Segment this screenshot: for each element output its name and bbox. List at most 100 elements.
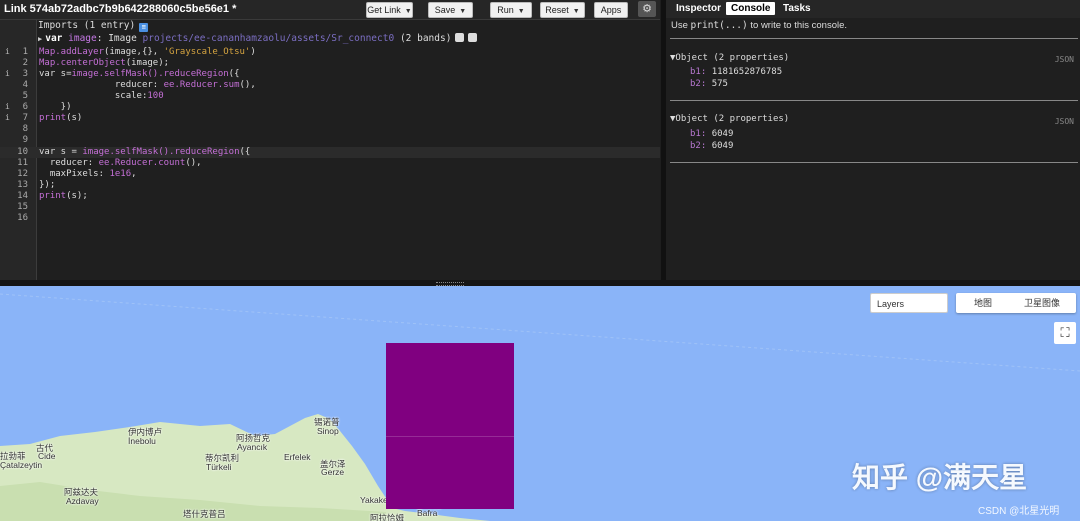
entry-key: b1: [690, 67, 707, 77]
line-number: 10 [17, 147, 28, 157]
zhihu-watermark: 知乎 @满天星 [852, 462, 1028, 493]
get-link-label: Get Link [367, 5, 401, 15]
line-number: 16 [17, 213, 28, 223]
code-line[interactable]: i 1 Map.addLayer(image,{}, 'Grayscale_Otsu… [0, 47, 660, 58]
object-header[interactable]: ▼Object (2 properties) [670, 114, 789, 124]
chevron-down-icon[interactable]: ▼ [573, 8, 580, 15]
place-label: 塔什克普吕 [183, 509, 226, 519]
run-label: Run [497, 5, 514, 15]
tab-console[interactable]: Console [726, 2, 776, 15]
line-number: 8 [22, 124, 28, 134]
code-line[interactable]: 4 reducer: ee.Reducer.sum(), [0, 80, 660, 91]
code-text: Map.addLayer(image,{}, 'Grayscale_Otsu') [39, 47, 256, 57]
asset-path[interactable]: projects/ee-cananhamzaolu/assets/Sr_conn… [143, 33, 395, 44]
script-title: Link 574ab72adbc7b9b642288060c5be56e1 * [4, 3, 237, 15]
place-label: Çatalzeytin [0, 460, 43, 470]
code-line[interactable]: i 3 var s=image.selfMask().reduceRegion({ [0, 69, 660, 80]
place-label: İnebolu [128, 436, 156, 446]
editor-toolbar: Link 574ab72adbc7b9b642288060c5be56e1 * … [0, 0, 660, 20]
imports-header[interactable]: Imports (1 entry) ≡ [38, 20, 149, 32]
place-label: Erfelek [284, 452, 311, 462]
code-line[interactable]: 13}); [0, 180, 660, 191]
json-toggle[interactable]: JSON [1055, 55, 1074, 64]
get-link-button[interactable]: Get Link ▼ [366, 2, 413, 18]
line-number: 13 [17, 180, 28, 190]
info-icon: i [5, 113, 10, 122]
place-label: 阿拉恰姆 [370, 513, 405, 521]
reset-label: Reset [545, 5, 569, 15]
info-icon: i [5, 102, 10, 111]
json-toggle[interactable]: JSON [1055, 117, 1074, 126]
line-number: 3 [22, 69, 28, 79]
reset-button[interactable]: Reset ▼ [540, 2, 585, 18]
chevron-down-icon[interactable]: ▼ [405, 8, 412, 15]
object-entry: b1: 6049 [690, 129, 733, 139]
var-type: Image [108, 33, 137, 44]
entry-key: b2: [690, 141, 707, 151]
code-line[interactable]: 5 scale:100 [0, 91, 660, 102]
line-number: 12 [17, 169, 28, 179]
var-name[interactable]: image [68, 33, 97, 44]
inspect-icon[interactable] [455, 33, 465, 42]
hint-prefix: Use [671, 20, 691, 31]
entry-value: 575 [711, 79, 728, 89]
code-line[interactable]: 16 [0, 213, 660, 224]
place-label: Ayancık [237, 442, 268, 452]
code-line[interactable]: i 7 print(s) [0, 113, 660, 124]
save-button[interactable]: Save ▼ [428, 2, 473, 18]
tab-tasks[interactable]: Tasks [778, 2, 816, 15]
expand-icon[interactable]: ▶ [38, 35, 42, 43]
info-icon: i [5, 69, 10, 78]
place-label: Bafra [417, 508, 438, 518]
run-button[interactable]: Run ▼ [490, 2, 532, 18]
code-text: var s = image.selfMask().reduceRegion({ [39, 147, 251, 157]
entry-key: b2: [690, 79, 707, 89]
map-type-satellite[interactable]: 卫星图像 [1024, 293, 1060, 313]
object-entry: b2: 575 [690, 79, 728, 89]
code-line-active[interactable]: 10 var s = image.selfMask().reduceRegion(… [0, 147, 660, 158]
apps-button[interactable]: Apps [594, 2, 628, 18]
line-number: 9 [22, 135, 28, 145]
code-line[interactable]: 15 [0, 202, 660, 213]
entry-value: 1181652876785 [711, 67, 783, 77]
overlay-seam [386, 436, 514, 437]
map-type-control: 地图 卫星图像 [956, 293, 1076, 313]
code-text: print(s); [39, 191, 88, 201]
bands-info: (2 bands) [399, 33, 452, 44]
console-separator [670, 100, 1078, 101]
line-number: 4 [22, 80, 28, 90]
code-text: scale:100 [39, 91, 164, 101]
console-separator [670, 162, 1078, 163]
entry-value: 6049 [711, 141, 734, 151]
imports-toggle-icon[interactable]: ≡ [139, 23, 149, 32]
line-number: 5 [22, 91, 28, 101]
code-text: reducer: ee.Reducer.count(), [39, 158, 202, 168]
code-line[interactable]: 8 [0, 124, 660, 135]
layers-button[interactable]: Layers [870, 293, 948, 313]
object-entry: b1: 1181652876785 [690, 67, 782, 77]
console-hint: Use print(...) to write to this console. [671, 20, 847, 31]
csdn-credit: CSDN @北星光明 [978, 506, 1060, 517]
code-line[interactable]: 2 Map.centerObject(image); [0, 58, 660, 69]
code-line[interactable]: 11 reducer: ee.Reducer.count(), [0, 158, 660, 169]
object-entry: b2: 6049 [690, 141, 733, 151]
map-type-roadmap[interactable]: 地图 [974, 293, 992, 313]
line-number: 7 [22, 113, 28, 123]
fullscreen-icon[interactable]: ⛶ [1054, 322, 1076, 344]
console-separator [670, 38, 1078, 39]
code-line[interactable]: 9 [0, 135, 660, 146]
code-text: Map.centerObject(image); [39, 58, 170, 68]
chevron-down-icon[interactable]: ▼ [518, 8, 525, 15]
code-line[interactable]: 14 print(s); [0, 191, 660, 202]
line-number: 1 [22, 47, 28, 57]
tab-inspector[interactable]: Inspector [671, 2, 726, 15]
code-editor[interactable]: Imports (1 entry) ≡ ▶ var image: Image pro… [0, 20, 660, 280]
chevron-down-icon[interactable]: ▼ [459, 8, 466, 15]
code-line[interactable]: 12 maxPixels: 1e16, [0, 169, 660, 180]
gear-icon[interactable]: ⚙ [638, 1, 656, 17]
image-layer-overlay [386, 343, 514, 509]
object-header[interactable]: ▼Object (2 properties) [670, 53, 789, 63]
add-icon[interactable] [468, 33, 478, 42]
code-line[interactable]: i 6 }) [0, 102, 660, 113]
place-label: Sinop [317, 426, 339, 436]
